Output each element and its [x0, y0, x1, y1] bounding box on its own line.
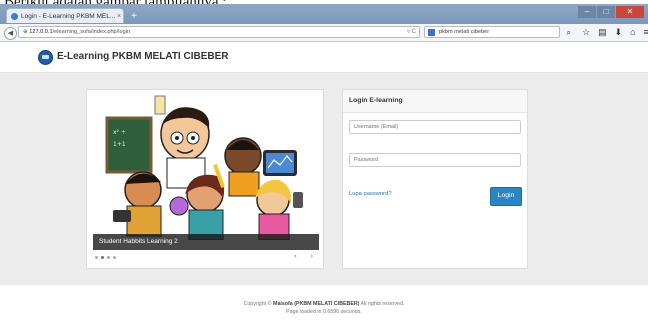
bookmarks-icon[interactable]: ▤	[598, 26, 607, 38]
image-carousel: x² ÷ 1+1 Student Habbits Learning 2 ‹ ›	[86, 89, 324, 269]
login-button[interactable]: Login	[490, 187, 522, 206]
minimize-button[interactable]: –	[578, 6, 596, 18]
bookmark-star-icon[interactable]: ☆	[582, 26, 590, 38]
url-path: /elearning_sofa/index.php/login	[52, 29, 131, 35]
carousel-next-icon[interactable]: ›	[311, 253, 313, 260]
carousel-image: x² ÷ 1+1	[93, 94, 319, 240]
search-query: pkbm melati cibeber	[439, 29, 490, 35]
username-field[interactable]	[349, 120, 521, 134]
tab-title: Login - E-Learning PKBM MEL...	[21, 12, 115, 20]
browser-nav-bar: ◀ ⊕ 127.0.0.1/elearning_sofa/index.php/l…	[0, 24, 648, 42]
carousel-dot[interactable]	[107, 256, 110, 259]
forgot-password-link[interactable]: Lupa password?	[349, 191, 392, 197]
reload-icon[interactable]: ▿ C	[407, 27, 416, 37]
download-icon[interactable]: ⬇	[615, 26, 623, 38]
page-footer: Copyright © Maisofa (PKBM MELATI CIBEBER…	[0, 300, 648, 316]
back-button[interactable]: ◀	[4, 27, 17, 40]
copyright-prefix: Copyright ©	[243, 301, 274, 307]
svg-text:1+1: 1+1	[113, 141, 126, 148]
page-load-time: Page loaded in 0.6590 seconds.	[286, 309, 362, 315]
password-field[interactable]	[349, 153, 521, 167]
carousel-dot[interactable]	[95, 256, 98, 259]
site-logo-icon[interactable]	[38, 50, 53, 65]
students-illustration: x² ÷ 1+1	[105, 95, 303, 240]
site-header: E-Learning PKBM MELATI CIBEBER	[0, 42, 648, 73]
carousel-prev-icon[interactable]: ‹	[294, 253, 296, 260]
favicon-icon	[11, 12, 18, 20]
carousel-indicators	[95, 256, 116, 259]
main-content: x² ÷ 1+1 Student Habbits Learning 2 ‹ › …	[0, 73, 648, 285]
login-heading: Login E-learning	[343, 90, 527, 113]
copyright-owner: Maisofa (PKBM MELATI CIBEBER)	[273, 301, 360, 307]
home-icon[interactable]: ⌂	[630, 26, 635, 38]
menu-icon[interactable]: ≡	[644, 26, 648, 38]
toolbar-icons: ☆ ▤ ⬇ ⌂ ≡	[582, 26, 648, 38]
search-bar[interactable]: pkbm melati cibeber ⌕	[424, 26, 571, 38]
search-engine-icon[interactable]	[428, 29, 435, 36]
carousel-caption: Student Habbits Learning 2	[93, 234, 319, 250]
carousel-arrows: ‹ ›	[294, 253, 313, 260]
search-icon[interactable]: ⌕	[567, 27, 571, 38]
login-panel: Login E-learning Lupa password? Login	[342, 89, 528, 269]
carousel-dot[interactable]	[113, 256, 116, 259]
site-title[interactable]: E-Learning PKBM MELATI CIBEBER	[57, 51, 228, 62]
window-controls: – □ ✕	[578, 6, 644, 18]
new-tab-button[interactable]: +	[128, 11, 140, 23]
svg-text:x² ÷: x² ÷	[113, 129, 126, 136]
url-host: 127.0.0.1	[29, 29, 53, 35]
carousel-dot-active[interactable]	[101, 256, 104, 259]
tab-close-icon[interactable]: ×	[115, 13, 123, 20]
copyright-line: Copyright © Maisofa (PKBM MELATI CIBEBER…	[0, 300, 648, 308]
browser-tab[interactable]: Login - E-Learning PKBM MEL... ×	[6, 8, 124, 23]
copyright-suffix: All rights reserved.	[359, 301, 405, 307]
browser-tab-bar: Login - E-Learning PKBM MEL... × + – □ ✕	[0, 4, 648, 24]
maximize-button[interactable]: □	[597, 6, 615, 18]
window-close-button[interactable]: ✕	[616, 6, 644, 18]
address-bar[interactable]: ⊕ 127.0.0.1/elearning_sofa/index.php/log…	[18, 26, 420, 38]
